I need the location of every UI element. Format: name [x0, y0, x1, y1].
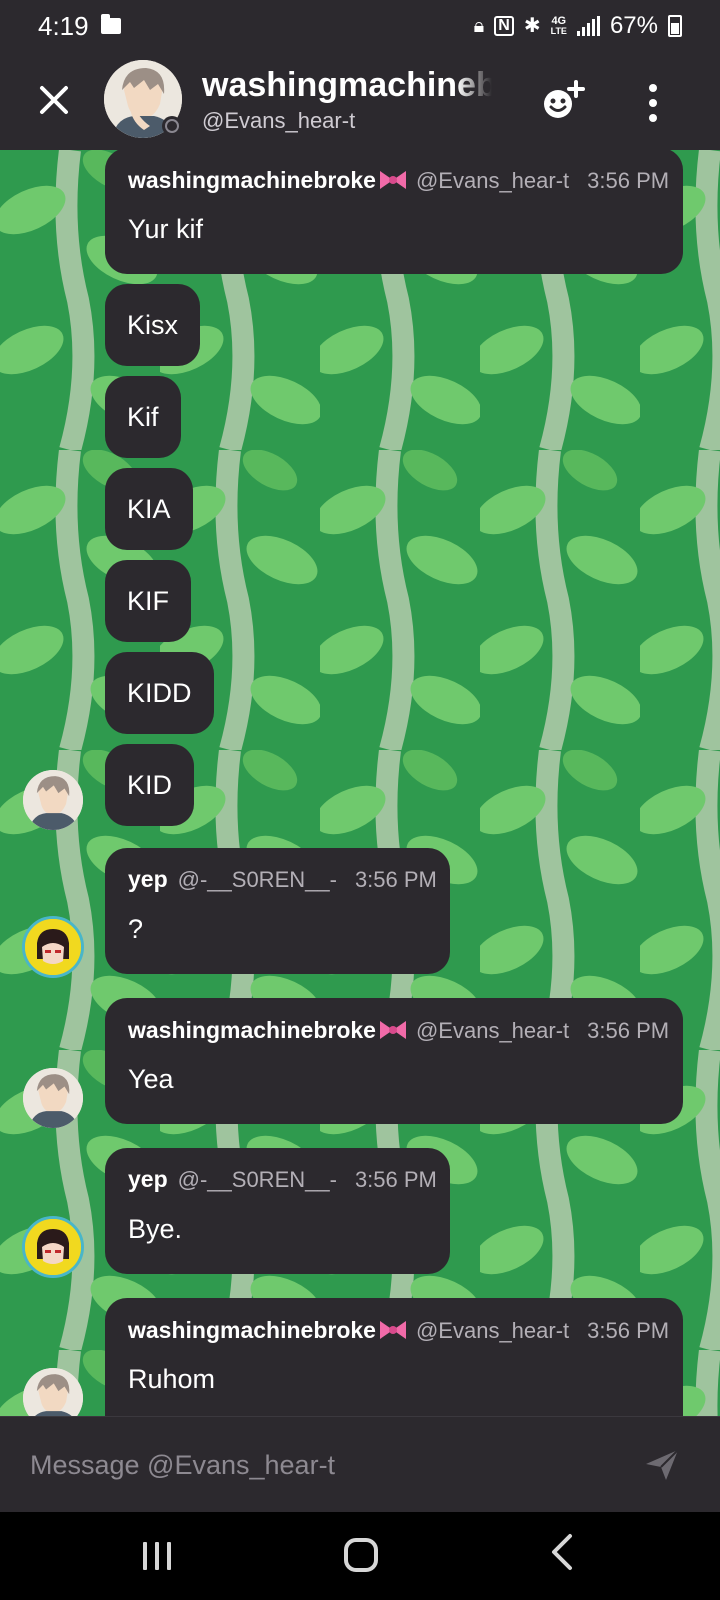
bow-emoji-icon: [379, 171, 406, 189]
message-list[interactable]: washingmachinebroke @Evans_hear-t 3:56 P…: [0, 150, 720, 1416]
more-options-button[interactable]: [636, 78, 670, 128]
page-title[interactable]: washingmachinebroke: [202, 66, 492, 105]
recent-apps-button[interactable]: [143, 1542, 171, 1570]
add-friend-icon: [544, 80, 585, 118]
message-time: 3:56 PM: [587, 1318, 670, 1343]
message-text: Yur kif: [128, 214, 204, 244]
offline-status-icon: [162, 116, 182, 136]
message-time: 3:56 PM: [354, 1167, 437, 1192]
bow-emoji-icon: [379, 1021, 406, 1039]
message-time: 3:56 PM: [354, 867, 437, 892]
network-indicator: 4G LTE: [551, 16, 567, 36]
bow-emoji-icon: [379, 1321, 406, 1339]
message-bubble[interactable]: washingmachinebroke @Evans_hear-t 3:56 P…: [105, 998, 683, 1124]
more-vertical-icon: [649, 84, 657, 92]
send-icon: [646, 1449, 679, 1480]
avatar[interactable]: [23, 770, 83, 830]
status-time: 4:19: [38, 10, 89, 41]
back-icon: [552, 1534, 572, 1570]
message-bubble[interactable]: Kisx: [105, 284, 201, 366]
message-text: KIA: [127, 494, 171, 524]
message-text: Yea: [128, 1064, 174, 1094]
message-author[interactable]: washingmachinebroke: [128, 1017, 376, 1044]
message-text: Bye.: [128, 1214, 183, 1244]
folder-icon: [100, 14, 121, 34]
message-handle: @Evans_hear-t: [415, 168, 570, 193]
close-icon: [40, 86, 68, 114]
bluetooth-icon: ✱: [523, 15, 541, 37]
chat-header: washingmachinebroke @Evans_hear-t: [0, 52, 720, 150]
add-friend-button[interactable]: [538, 76, 590, 128]
header-handle: @Evans_hear-t: [202, 108, 356, 133]
lock-icon: 🔒︎: [473, 15, 485, 37]
battery-icon: [668, 15, 682, 37]
message-bubble[interactable]: KIA: [105, 468, 193, 550]
nfc-icon: N: [494, 16, 514, 36]
message-bubble[interactable]: KID: [105, 744, 195, 826]
message-text: Kisx: [127, 310, 179, 340]
message-text: Kif: [127, 402, 159, 432]
message-handle: @Evans_hear-t: [415, 1018, 570, 1043]
message-text: ?: [128, 914, 144, 944]
message-handle: @Evans_hear-t: [415, 1318, 570, 1343]
message-bubble[interactable]: Kif: [105, 376, 181, 458]
composer: [0, 1416, 720, 1512]
avatar[interactable]: [23, 1068, 83, 1128]
network-sub-label: LTE: [550, 26, 567, 36]
system-nav-bar: [0, 1512, 720, 1600]
message-text: KID: [127, 770, 173, 800]
message-handle: @-__S0REN__-: [177, 867, 337, 892]
message-time: 3:56 PM: [587, 168, 670, 193]
message-bubble[interactable]: yep @-__S0REN__- 3:56 PM Bye.: [105, 1148, 450, 1274]
message-text: Ruhom: [128, 1364, 216, 1394]
message-text: KIDD: [127, 678, 192, 708]
message-handle: @-__S0REN__-: [177, 1167, 337, 1192]
avatar[interactable]: [22, 916, 84, 978]
close-button[interactable]: [34, 78, 74, 122]
avatar[interactable]: [22, 1216, 84, 1278]
message-author[interactable]: yep: [128, 866, 168, 893]
home-button[interactable]: [344, 1538, 378, 1572]
status-bar: 4:19 🔒︎ N ✱ 4G LTE 67%: [0, 0, 720, 52]
battery-percent: 67%: [609, 12, 658, 39]
send-button[interactable]: [644, 1447, 680, 1483]
message-author[interactable]: washingmachinebroke: [128, 167, 376, 194]
message-bubble[interactable]: washingmachinebroke @Evans_hear-t 3:56 P…: [105, 150, 683, 274]
message-bubble[interactable]: yep @-__S0REN__- 3:56 PM ?: [105, 848, 450, 974]
recents-icon: [143, 1542, 147, 1570]
message-time: 3:56 PM: [587, 1018, 670, 1043]
message-author[interactable]: washingmachinebroke: [128, 1317, 376, 1344]
back-button[interactable]: [548, 1532, 576, 1579]
message-bubble[interactable]: washingmachinebroke @Evans_hear-t 3:56 P…: [105, 1298, 683, 1416]
message-bubble[interactable]: KIF: [105, 560, 192, 642]
message-text: KIF: [127, 586, 170, 616]
message-author[interactable]: yep: [128, 1166, 168, 1193]
message-bubble[interactable]: KIDD: [105, 652, 214, 734]
signal-icon: [576, 16, 600, 36]
message-input[interactable]: [30, 1443, 590, 1487]
